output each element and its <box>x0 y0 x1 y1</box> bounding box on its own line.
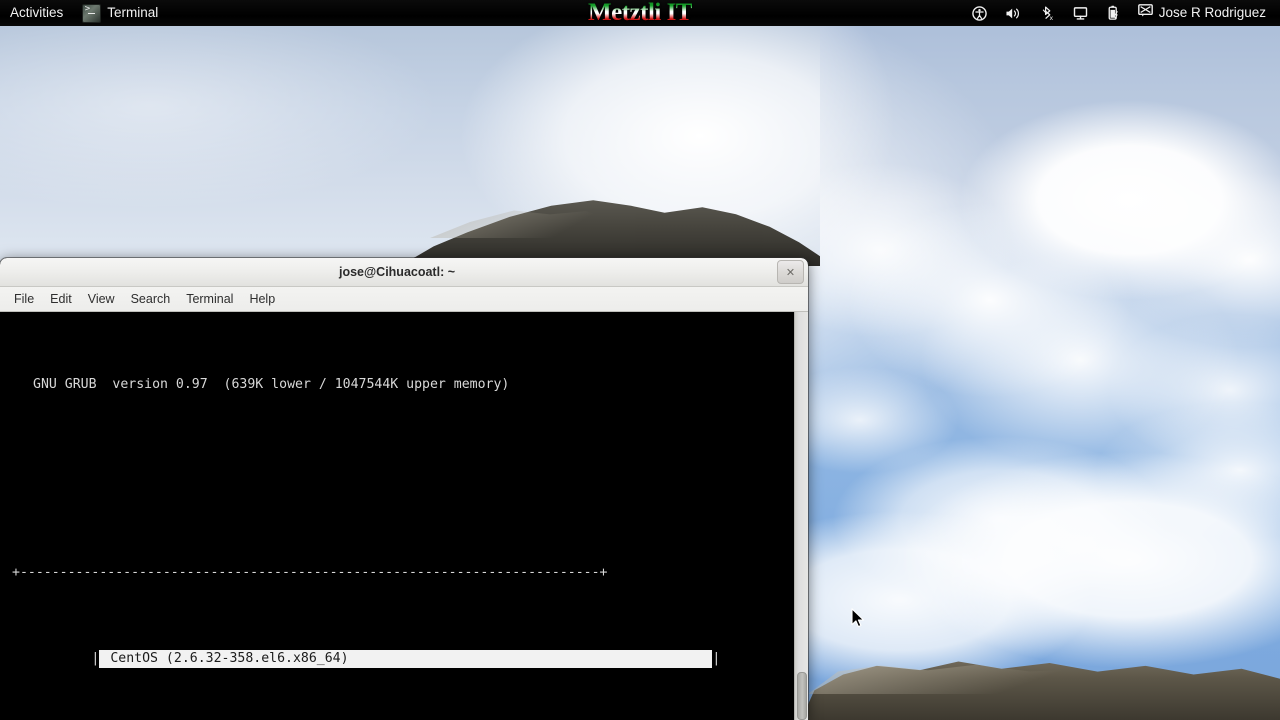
menu-help[interactable]: Help <box>241 287 283 311</box>
window-titlebar[interactable]: jose@Cihuacoatl: ~ ✕ <box>0 258 808 287</box>
grub-menu-entry-row[interactable]: | CentOS (2.6.32-358.el6.x86_64) | <box>0 633 794 685</box>
grub-border-left: | <box>91 651 100 667</box>
top-bar-status-area: x Jose R Rodriguez <box>963 0 1280 26</box>
activities-button[interactable]: Activities <box>0 0 76 26</box>
grub-entry-centos[interactable]: CentOS (2.6.32-358.el6.x86_64) <box>99 650 713 668</box>
grub-border-right: | <box>712 651 721 667</box>
close-icon: ✕ <box>785 265 796 279</box>
terminal-body[interactable]: GNU GRUB version 0.97 (639K lower / 1047… <box>0 312 808 720</box>
menu-edit[interactable]: Edit <box>42 287 80 311</box>
user-name-label: Jose R Rodriguez <box>1158 5 1266 20</box>
accessibility-icon[interactable] <box>963 0 996 26</box>
volume-icon[interactable] <box>996 0 1031 26</box>
bluetooth-disabled-icon[interactable]: x <box>1031 0 1064 26</box>
battery-charging-icon[interactable] <box>1097 0 1129 26</box>
gnome-top-bar: Activities Terminal Metztli IT <box>0 0 1280 26</box>
menu-search[interactable]: Search <box>123 287 179 311</box>
terminal-scrollbar[interactable] <box>794 312 808 720</box>
top-bar-left-group: Activities Terminal <box>0 0 168 26</box>
window-title: jose@Cihuacoatl: ~ <box>338 265 456 279</box>
terminal-output-area[interactable]: GNU GRUB version 0.97 (639K lower / 1047… <box>0 312 794 720</box>
user-menu-button[interactable]: Jose R Rodriguez <box>1129 0 1274 26</box>
menu-terminal[interactable]: Terminal <box>178 287 241 311</box>
menu-file[interactable]: File <box>6 287 42 311</box>
grub-spacer-1 <box>0 444 794 461</box>
svg-text:x: x <box>1049 15 1053 21</box>
desktop-screen: Activities Terminal Metztli IT <box>0 0 1280 720</box>
close-window-button[interactable]: ✕ <box>777 260 804 284</box>
terminal-scrollbar-thumb[interactable] <box>797 672 807 720</box>
menu-view[interactable]: View <box>80 287 123 311</box>
metztli-it-logo: Metztli IT <box>588 0 692 26</box>
terminal-menubar: File Edit View Search Terminal Help <box>0 287 808 312</box>
app-menu-label: Terminal <box>107 5 159 20</box>
message-icon <box>1137 4 1153 22</box>
terminal-window[interactable]: jose@Cihuacoatl: ~ ✕ File Edit View Sear… <box>0 258 808 720</box>
grub-frame-top: +---------------------------------------… <box>12 565 608 581</box>
app-menu-terminal[interactable]: Terminal <box>76 0 168 26</box>
grub-version-header: GNU GRUB version 0.97 (639K lower / 1047… <box>33 376 510 392</box>
display-icon[interactable] <box>1064 0 1097 26</box>
terminal-icon <box>82 3 102 23</box>
grub-spacer-2 <box>0 496 794 513</box>
